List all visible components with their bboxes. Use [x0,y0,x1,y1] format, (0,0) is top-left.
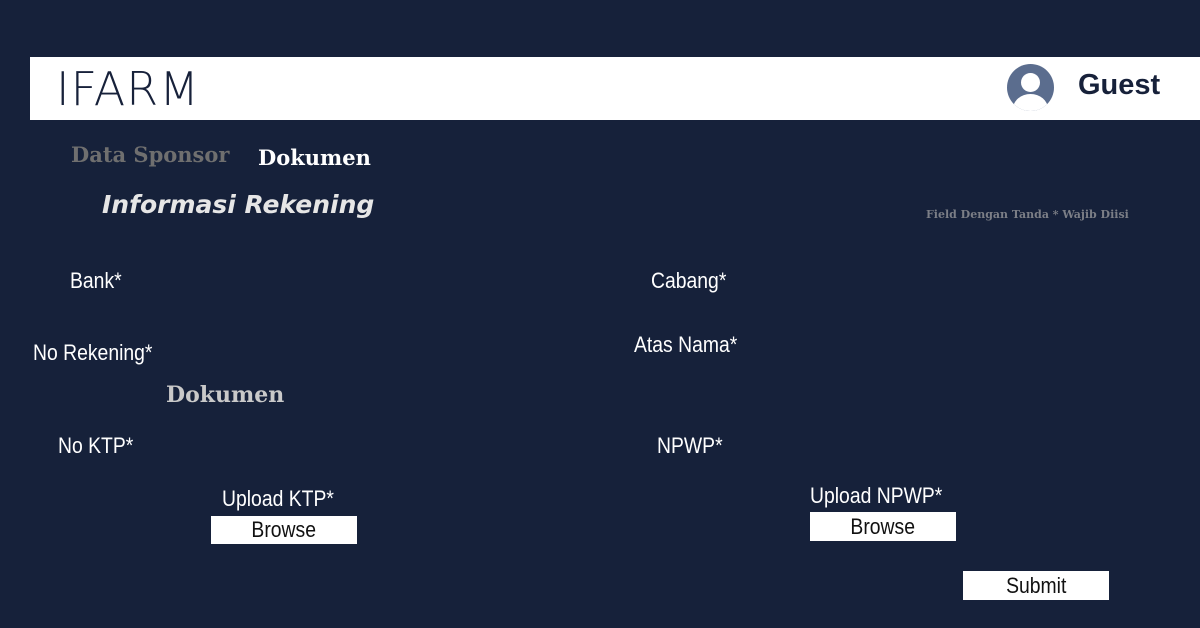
required-hint: Field Dengan Tanda * Wajib Diisi [926,208,1129,221]
submit-button[interactable]: Submit [963,571,1109,600]
app-logo[interactable]: IFARM [56,61,200,117]
upload-ktp-label: Upload KTP* [222,486,334,511]
submit-label: Submit [1005,572,1067,598]
upload-npwp-label: Upload NPWP* [810,483,943,508]
avatar-head [1021,73,1040,92]
browse-ktp-label: Browse [251,517,317,542]
section-dokumen-title: Dokumen [166,382,285,408]
browse-ktp-button[interactable]: Browse [211,516,357,544]
user-name[interactable]: Guest [1078,69,1160,102]
no-ktp-label: No KTP* [58,433,134,458]
browse-npwp-label: Browse [850,513,916,539]
bank-label: Bank* [70,268,122,293]
section-title: Informasi Rekening [102,190,375,219]
user-avatar-icon[interactable] [1007,64,1054,111]
avatar-shoulders [1013,94,1048,111]
atas-nama-label: Atas Nama* [634,332,738,357]
tab-data-sponsor[interactable]: Data Sponsor [71,142,229,167]
cabang-label: Cabang* [651,268,727,293]
browse-npwp-button[interactable]: Browse [810,512,956,541]
top-header: IFARM Guest [30,57,1200,120]
tab-dokumen[interactable]: Dokumen [258,145,371,170]
no-rekening-label: No Rekening* [33,340,153,365]
npwp-label: NPWP* [657,433,723,458]
